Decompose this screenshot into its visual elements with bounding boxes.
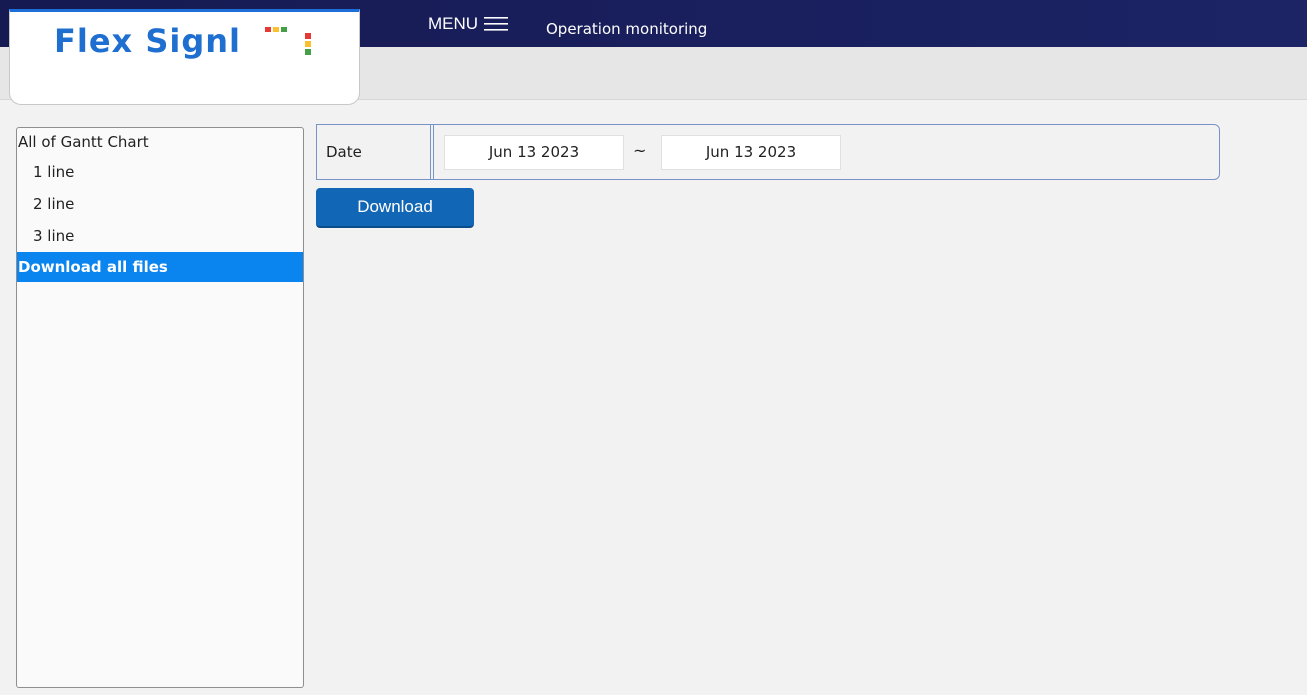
date-range-separator: ~ bbox=[633, 141, 647, 160]
hamburger-icon bbox=[484, 17, 509, 31]
sidebar-item-2-line[interactable]: 2 line bbox=[17, 188, 303, 220]
download-button[interactable]: Download bbox=[316, 188, 474, 228]
date-label-cell: Date bbox=[317, 125, 431, 179]
logo[interactable]: Flex Signl bbox=[9, 9, 360, 105]
sidebar-item-all-gantt-chart[interactable]: All of Gantt Chart bbox=[17, 128, 303, 156]
logo-text: Flex Signl bbox=[54, 22, 241, 60]
page-title: Operation monitoring bbox=[546, 20, 708, 38]
date-label: Date bbox=[326, 143, 362, 161]
sidebar: All of Gantt Chart 1 line 2 line 3 line … bbox=[16, 127, 304, 688]
date-from-input[interactable]: Jun 13 2023 bbox=[444, 135, 624, 170]
sidebar-item-1-line[interactable]: 1 line bbox=[17, 156, 303, 188]
menu-button[interactable]: MENU bbox=[428, 14, 509, 34]
date-filter-panel: Date Jun 13 2023 ~ Jun 13 2023 bbox=[316, 124, 1220, 180]
date-to-input[interactable]: Jun 13 2023 bbox=[661, 135, 841, 170]
filter-divider bbox=[433, 125, 434, 179]
menu-label: MENU bbox=[428, 14, 479, 33]
sidebar-item-download-all-files[interactable]: Download all files bbox=[17, 252, 303, 282]
sidebar-item-3-line[interactable]: 3 line bbox=[17, 220, 303, 252]
signal-lights-icon bbox=[265, 27, 311, 55]
